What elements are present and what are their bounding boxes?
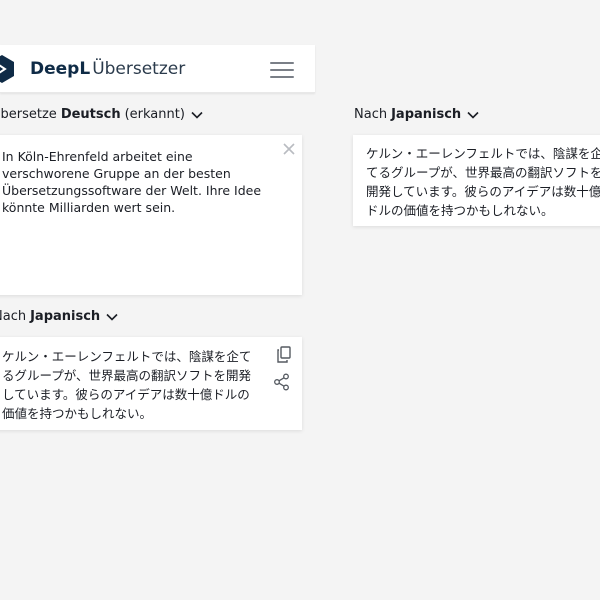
target-language-prefix: Nach [0, 309, 27, 324]
desktop-target-language-prefix: Nach [354, 107, 388, 122]
target-text-panel: ケルン・エーレンフェルトでは、陰謀を企てるグループが、世界最高の翻訳ソフトを開発… [0, 337, 302, 430]
brand-subtitle: Übersetzer [92, 59, 186, 79]
source-language-name: Deutsch [60, 107, 121, 122]
app-header: DeepL Übersetzer [0, 45, 315, 93]
desktop-target-text-output: ケルン・エーレンフェルトでは、陰謀を企てるグループが、世界最高の翻訳ソフトを開発… [366, 146, 600, 218]
chevron-down-icon [191, 111, 203, 119]
deepl-logo-icon[interactable] [0, 55, 14, 83]
desktop-target-language-selector[interactable]: Nach Japanisch [354, 106, 479, 124]
share-icon[interactable] [273, 373, 291, 391]
chevron-down-icon [106, 313, 118, 321]
desktop-target-text-panel: ケルン・エーレンフェルトでは、陰謀を企てるグループが、世界最高の翻訳ソフトを開発… [353, 135, 600, 226]
copy-icon[interactable] [276, 346, 292, 363]
desktop-target-language-name: Japanisch [391, 107, 462, 122]
hamburger-menu-icon[interactable] [270, 61, 296, 79]
source-language-selector[interactable]: Übersetze Deutsch (erkannt) [0, 106, 203, 124]
target-language-name: Japanisch [30, 309, 101, 324]
target-language-selector[interactable]: Nach Japanisch [0, 308, 118, 326]
app-title: DeepL Übersetzer [30, 58, 185, 80]
source-language-detected: (erkannt) [124, 107, 185, 122]
source-text-panel[interactable]: In Köln-Ehrenfeld arbeitet eine verschwo… [0, 135, 302, 295]
target-text-output: ケルン・エーレンフェルトでは、陰謀を企てるグループが、世界最高の翻訳ソフトを開発… [2, 349, 252, 421]
source-text-input[interactable]: In Köln-Ehrenfeld arbeitet eine verschwo… [2, 148, 274, 216]
chevron-down-icon [467, 111, 479, 119]
source-language-prefix: Übersetze [0, 107, 57, 122]
close-icon[interactable] [283, 143, 295, 155]
brand-name: DeepL [30, 59, 91, 79]
